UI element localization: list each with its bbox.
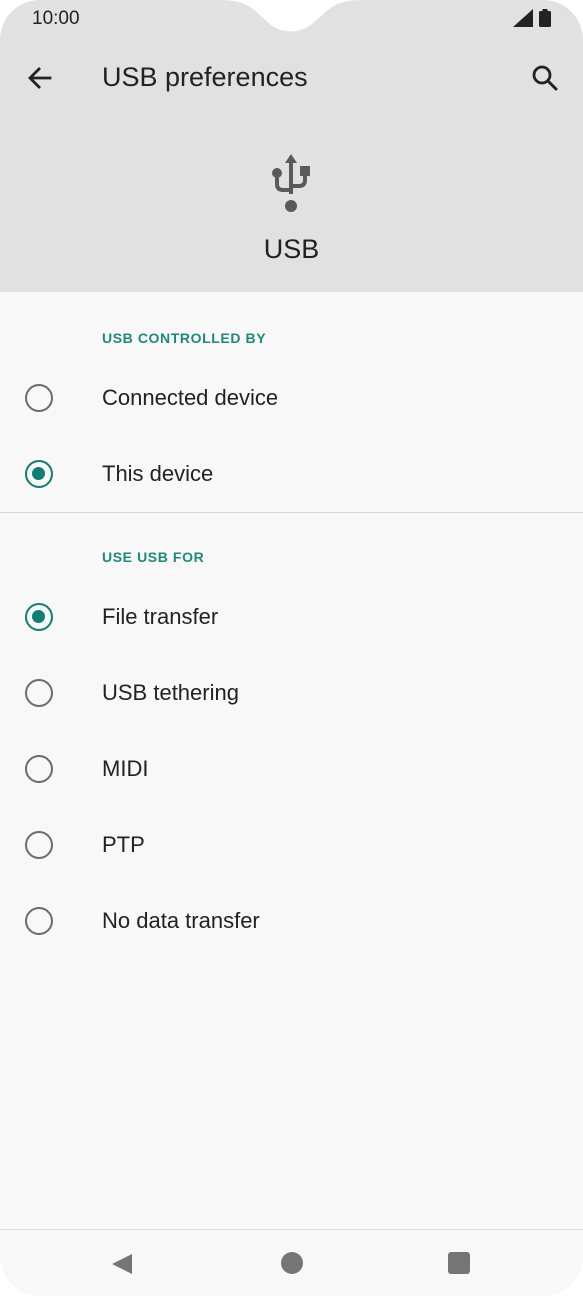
radio-button[interactable] — [25, 755, 53, 783]
section-divider — [0, 512, 583, 513]
arrow-back-icon[interactable] — [24, 62, 56, 94]
usb-icon — [272, 154, 310, 212]
section-header-usb-controlled-by: USB CONTROLLED BY — [102, 330, 267, 346]
option-label: USB tethering — [102, 680, 239, 705]
radio-button-checked[interactable] — [25, 603, 53, 631]
battery-icon — [539, 9, 551, 27]
signal-icon — [513, 9, 533, 27]
option-label: This device — [102, 461, 214, 486]
app-header: 10:00 USB preferences USB — [0, 0, 583, 292]
option-connected-device[interactable]: Connected device — [0, 360, 583, 436]
option-label: PTP — [102, 832, 145, 857]
search-icon[interactable] — [529, 62, 561, 94]
option-no-data-transfer[interactable]: No data transfer — [0, 883, 583, 959]
radio-button[interactable] — [25, 679, 53, 707]
display-notch — [220, 0, 362, 32]
usb-label: USB — [263, 234, 320, 264]
option-ptp[interactable]: PTP — [0, 807, 583, 883]
system-nav-bar — [0, 1229, 583, 1296]
nav-recents-icon[interactable] — [448, 1252, 470, 1274]
radio-button-checked[interactable] — [25, 460, 53, 488]
page-title: USB preferences — [102, 62, 308, 92]
section-header-use-usb-for: USE USB FOR — [102, 549, 205, 565]
option-label: File transfer — [102, 604, 219, 629]
radio-button[interactable] — [25, 831, 53, 859]
option-midi[interactable]: MIDI — [0, 731, 583, 807]
nav-back-icon[interactable] — [110, 1252, 134, 1276]
option-this-device[interactable]: This device — [0, 436, 583, 512]
option-label: Connected device — [102, 385, 279, 410]
nav-home-icon[interactable] — [281, 1252, 303, 1274]
status-icons — [513, 9, 551, 27]
radio-button[interactable] — [25, 384, 53, 412]
option-file-transfer[interactable]: File transfer — [0, 579, 583, 655]
option-label: MIDI — [102, 756, 149, 781]
option-label: No data transfer — [102, 908, 260, 933]
status-time: 10:00 — [32, 8, 80, 29]
option-usb-tethering[interactable]: USB tethering — [0, 655, 583, 731]
phone-screen: 10:00 USB preferences USB USB CONTROLLED… — [0, 0, 583, 1296]
radio-button[interactable] — [25, 907, 53, 935]
